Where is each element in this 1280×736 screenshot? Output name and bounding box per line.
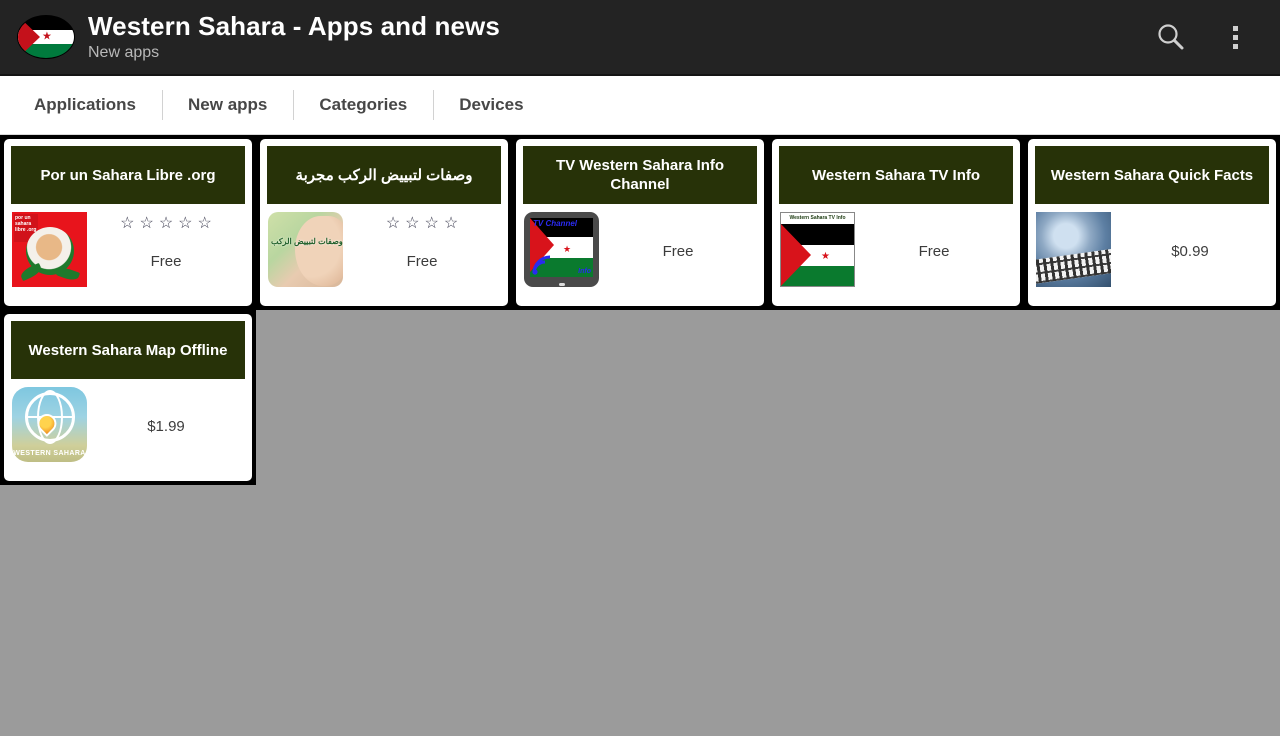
flag-thumbnail: Western Sahara TV Info ★: [780, 212, 855, 287]
app-price: Free: [150, 253, 182, 270]
app-title: وصفات لتبييض الركب مجربة: [295, 166, 473, 184]
app-bar: ★ Western Sahara - Apps and news New app…: [0, 0, 1280, 76]
globe-pin-map-thumbnail: WESTERN SAHARA: [12, 387, 87, 462]
western-sahara-flag-icon: ★: [18, 16, 74, 58]
star-icon: ☆: [385, 215, 401, 232]
wifi-icon: [532, 255, 551, 275]
page-title: Western Sahara - Apps and news: [88, 10, 500, 41]
app-card-header: Por un Sahara Libre .org: [11, 146, 245, 204]
knee-whitening-thumbnail: وصفات لتبييض الركب: [268, 212, 343, 287]
overflow-menu-icon[interactable]: [1222, 20, 1248, 54]
app-price: Free: [662, 243, 694, 260]
app-card-header: وصفات لتبييض الركب مجربة: [267, 146, 501, 204]
app-title: TV Western Sahara Info Channel: [555, 157, 725, 193]
star-icon: ☆: [120, 215, 135, 232]
star-icon: ☆: [178, 215, 193, 232]
star-icon: ☆: [405, 215, 420, 232]
app-title: Western Sahara Map Offline: [28, 341, 228, 359]
thumbnail-caption: وصفات لتبييض الركب: [271, 237, 343, 246]
thumbnail-caption: Western Sahara TV Info: [781, 213, 854, 224]
title-block: Western Sahara - Apps and news New apps: [88, 11, 1154, 64]
rating-stars[interactable]: ☆ ☆ ☆ ☆ ☆: [120, 215, 212, 233]
app-title: Por un Sahara Libre .org: [40, 166, 216, 184]
app-price: $1.99: [147, 418, 185, 435]
star-icon: ☆: [197, 215, 212, 232]
star-icon: ☆: [158, 215, 174, 232]
thumbnail-caption: WESTERN SAHARA: [13, 450, 86, 457]
star-icon: ☆: [424, 215, 439, 232]
thumbnail-caption: TV Channel: [533, 219, 578, 228]
app-title: Western Sahara Quick Facts: [1050, 166, 1254, 184]
app-title: Western Sahara TV Info: [811, 166, 981, 184]
thumbnail-caption-secondary: Info: [578, 268, 591, 275]
star-icon: ☆: [443, 215, 459, 232]
tab-applications[interactable]: Applications: [8, 76, 162, 134]
tv-channel-thumbnail: ★ TV Channel Info: [524, 212, 599, 287]
app-price: Free: [406, 253, 438, 270]
tab-new-apps[interactable]: New apps: [162, 76, 293, 134]
app-card-header: Western Sahara Quick Facts: [1035, 146, 1269, 204]
globe-quick-facts-thumbnail: [1036, 212, 1111, 287]
app-card-header: Western Sahara Map Offline: [11, 321, 245, 379]
tab-bar: Applications New apps Categories Devices: [0, 76, 1280, 135]
app-card[interactable]: Por un Sahara Libre .org por un sahara l…: [0, 135, 256, 310]
app-card[interactable]: TV Western Sahara Info Channel ★ TV Chan…: [512, 135, 768, 310]
app-card[interactable]: وصفات لتبييض الركب مجربة وصفات لتبييض ال…: [256, 135, 512, 310]
app-grid: Por un Sahara Libre .org por un sahara l…: [0, 135, 1280, 731]
page-subtitle: New apps: [88, 43, 160, 61]
app-card[interactable]: Western Sahara Quick Facts $0.99: [1024, 135, 1280, 310]
tab-devices[interactable]: Devices: [433, 76, 549, 134]
app-price: Free: [918, 243, 950, 260]
fist-rose-thumbnail: por un sahara libre .org: [12, 212, 87, 287]
app-card-header: TV Western Sahara Info Channel: [523, 146, 757, 204]
app-card[interactable]: Western Sahara TV Info Western Sahara TV…: [768, 135, 1024, 310]
app-card[interactable]: Western Sahara Map Offline WESTERN SAHAR…: [0, 310, 256, 485]
app-price: $0.99: [1171, 243, 1209, 260]
app-bar-actions: [1154, 20, 1248, 54]
tab-categories[interactable]: Categories: [293, 76, 433, 134]
search-icon[interactable]: [1154, 20, 1188, 54]
rating-stars[interactable]: ☆ ☆ ☆ ☆: [386, 215, 458, 233]
star-icon: ☆: [139, 215, 154, 232]
app-card-header: Western Sahara TV Info: [779, 146, 1013, 204]
